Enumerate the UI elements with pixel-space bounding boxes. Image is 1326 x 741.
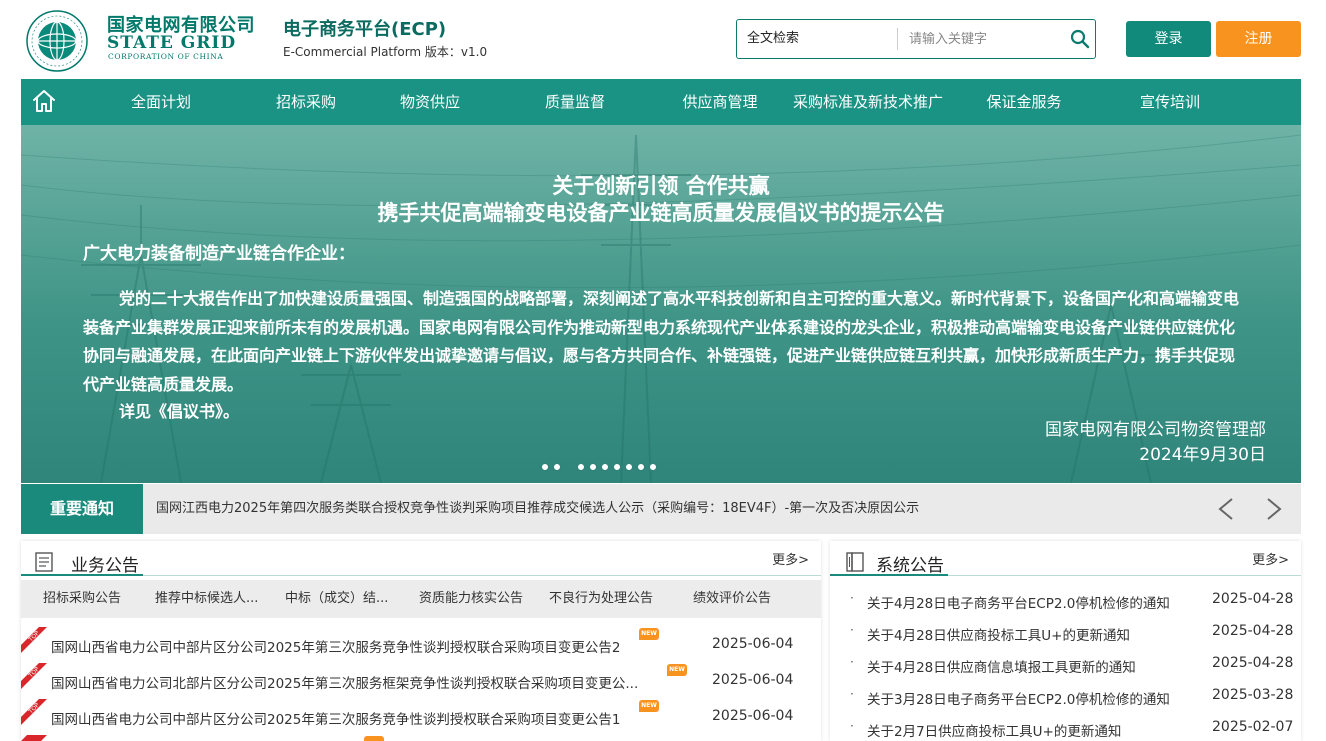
panel-accent-line: [21, 574, 143, 576]
nav-item-supply[interactable]: 物资供应: [370, 79, 490, 125]
business-more-link[interactable]: 更多>: [772, 549, 809, 568]
bullet: ·: [850, 687, 854, 701]
list-item[interactable]: · 关于2月7日供应商投标工具U+的更新通知 2025-02-07: [830, 713, 1301, 741]
bullet: ·: [850, 591, 854, 605]
system-title: 系统公告: [876, 556, 944, 576]
tab-tender[interactable]: 招标采购公告: [43, 580, 121, 618]
logo-english-name: STATE GRID: [107, 33, 237, 53]
important-notice-bar: 重要通知 国网江西电力2025年第四次服务类联合授权竞争性谈判采购项目推荐成交候…: [21, 484, 1301, 534]
platform-title: 电子商务平台(ECP): [283, 19, 447, 40]
banner-date: 2024年9月30日: [1139, 445, 1266, 465]
list-item-title[interactable]: 关于2月7日供应商投标工具U+的更新通知: [867, 720, 1121, 740]
carousel-dot[interactable]: [588, 462, 598, 472]
search-icon[interactable]: [1069, 28, 1091, 50]
book-icon: [846, 552, 864, 572]
panel-accent-line: [830, 574, 948, 576]
carousel-dot[interactable]: [648, 462, 658, 472]
carousel-dot[interactable]: [552, 462, 562, 472]
platform-version: E-Commercial Platform 版本：v1.0: [283, 45, 488, 59]
top-badge-icon: TOP: [21, 699, 47, 725]
carousel-dot[interactable]: [612, 462, 622, 472]
important-notice-label: 重要通知: [21, 484, 143, 534]
chevron-left-icon[interactable]: [1215, 496, 1237, 522]
list-item-date: 2025-04-28: [1212, 655, 1294, 671]
list-item-date: 2025-06-04: [712, 636, 794, 652]
search-type-select[interactable]: 全文检索: [737, 20, 897, 58]
tab-results[interactable]: 中标（成交）结...: [285, 580, 388, 618]
business-announcements-panel: 业务公告 更多> 招标采购公告 推荐中标候选人... 中标（成交）结... 资质…: [21, 541, 821, 741]
tab-qualification[interactable]: 资质能力核实公告: [419, 580, 523, 618]
list-item[interactable]: TOP 国网山西省电力公司中部片区分公司2025年第三次服务竞争性谈判授权联合采…: [21, 627, 821, 663]
register-button[interactable]: 注册: [1216, 21, 1301, 57]
business-title: 业务公告: [71, 556, 139, 576]
nav-item-plan[interactable]: 全面计划: [101, 79, 221, 125]
list-item-date: 2025-03-28: [1212, 687, 1294, 703]
list-item-title[interactable]: 关于3月28日电子商务平台ECP2.0停机检修的通知: [867, 688, 1170, 708]
list-item-title[interactable]: 关于4月28日供应商信息填报工具更新的通知: [867, 656, 1136, 676]
chevron-right-icon[interactable]: [1263, 496, 1285, 522]
top-badge-icon: [21, 735, 47, 741]
list-item-date: 2025-02-07: [1212, 719, 1294, 735]
tab-candidates[interactable]: 推荐中标候选人...: [155, 580, 258, 618]
bullet: ·: [850, 655, 854, 669]
list-item[interactable]: TOP 国网山西省电力公司北部片区分公司2025年第三次服务框架竞争性谈判授权联…: [21, 663, 821, 699]
banner-body: 党的二十大报告作出了加快建设质量强国、制造强国的战略部署，深刻阐述了高水平科技创…: [83, 289, 1240, 394]
tab-evaluation[interactable]: 绩效评价公告: [693, 580, 771, 618]
list-item-title[interactable]: 国网山西省电力公司中部片区分公司2025年第三次服务竞争性谈判授权联合采购项目变…: [51, 636, 620, 656]
carousel-dot[interactable]: [540, 462, 550, 472]
list-item-date: 2025-06-04: [712, 672, 794, 688]
nav-item-training[interactable]: 宣传培训: [1110, 79, 1230, 125]
system-more-link[interactable]: 更多>: [1252, 549, 1289, 568]
document-list-icon: [35, 552, 53, 572]
list-item[interactable]: · 关于4月28日供应商信息填报工具更新的通知 2025-04-28: [830, 649, 1301, 681]
nav-item-bidding[interactable]: 招标采购: [246, 79, 366, 125]
list-item-title[interactable]: 关于4月28日供应商投标工具U+的更新通知: [867, 624, 1130, 644]
new-badge: [364, 736, 384, 741]
banner-org: 国家电网有限公司物资管理部: [1045, 420, 1266, 440]
list-item[interactable]: · 关于4月28日电子商务平台ECP2.0停机检修的通知 2025-04-28: [830, 585, 1301, 617]
banner-greeting: 广大电力装备制造产业链合作企业：: [83, 244, 355, 264]
search-box: 全文检索: [736, 19, 1096, 59]
logo-english-sub: CORPORATION OF CHINA: [108, 52, 224, 61]
top-badge-icon: TOP: [21, 627, 47, 653]
list-item-date: 2025-04-28: [1212, 591, 1294, 607]
bullet: ·: [850, 623, 854, 637]
carousel-dot[interactable]: [636, 462, 646, 472]
business-tabs: 招标采购公告 推荐中标候选人... 中标（成交）结... 资质能力核实公告 不良…: [21, 580, 821, 618]
list-item[interactable]: TOP 国网山西省电力公司中部片区分公司2025年第三次服务竞争性谈判授权联合采…: [21, 699, 821, 735]
carousel-dot[interactable]: [600, 462, 610, 472]
nav-item-quality[interactable]: 质量监督: [515, 79, 635, 125]
top-badge-icon: TOP: [21, 663, 47, 689]
system-announcements-panel: 系统公告 更多> · 关于4月28日电子商务平台ECP2.0停机检修的通知 20…: [830, 541, 1301, 741]
new-badge: NEW: [639, 700, 659, 712]
list-item-date: 2025-04-28: [1212, 623, 1294, 639]
banner-title-line2: 携手共促高端输变电设备产业链高质量发展倡议书的提示公告: [377, 201, 945, 225]
bullet: ·: [850, 719, 854, 733]
nav-item-supplier[interactable]: 供应商管理: [660, 79, 780, 125]
carousel-dot[interactable]: [624, 462, 634, 472]
home-icon[interactable]: [31, 88, 57, 114]
important-notice-text[interactable]: 国网江西电力2025年第四次服务类联合授权竞争性谈判采购项目推荐成交候选人公示（…: [156, 484, 919, 534]
main-nav: 全面计划 招标采购 物资供应 质量监督 供应商管理 采购标准及新技术推广 保证金…: [21, 79, 1301, 125]
list-item[interactable]: · 关于3月28日电子商务平台ECP2.0停机检修的通知 2025-03-28: [830, 681, 1301, 713]
nav-item-standards[interactable]: 采购标准及新技术推广: [783, 79, 953, 125]
banner-detail-link[interactable]: 详见《倡议书》。: [119, 398, 239, 422]
list-item[interactable]: · 关于4月28日供应商投标工具U+的更新通知 2025-04-28: [830, 617, 1301, 649]
nav-item-deposit[interactable]: 保证金服务: [964, 79, 1084, 125]
banner-carousel[interactable]: 关于创新引领 合作共赢 携手共促高端输变电设备产业链高质量发展倡议书的提示公告 …: [21, 125, 1301, 483]
new-badge: NEW: [639, 628, 659, 640]
search-divider: [897, 28, 898, 50]
list-item-title[interactable]: 国网山西省电力公司北部片区分公司2025年第三次服务框架竞争性谈判授权联合采购项…: [51, 672, 638, 692]
search-input[interactable]: [899, 20, 1067, 58]
login-button[interactable]: 登录: [1126, 21, 1211, 57]
list-item-title[interactable]: 关于4月28日电子商务平台ECP2.0停机检修的通知: [867, 592, 1170, 612]
new-badge: NEW: [667, 664, 687, 676]
carousel-dot[interactable]: [576, 462, 586, 472]
header: 国家电网有限公司 STATE GRID CORPORATION OF CHINA…: [0, 0, 1326, 78]
state-grid-logo-icon[interactable]: [26, 10, 88, 72]
tab-misconduct[interactable]: 不良行为处理公告: [549, 580, 653, 618]
banner-title-line1: 关于创新引领 合作共赢: [552, 174, 770, 198]
list-item-date: 2025-06-04: [712, 708, 794, 724]
list-item-title[interactable]: 国网山西省电力公司中部片区分公司2025年第三次服务竞争性谈判授权联合采购项目变…: [51, 708, 620, 728]
